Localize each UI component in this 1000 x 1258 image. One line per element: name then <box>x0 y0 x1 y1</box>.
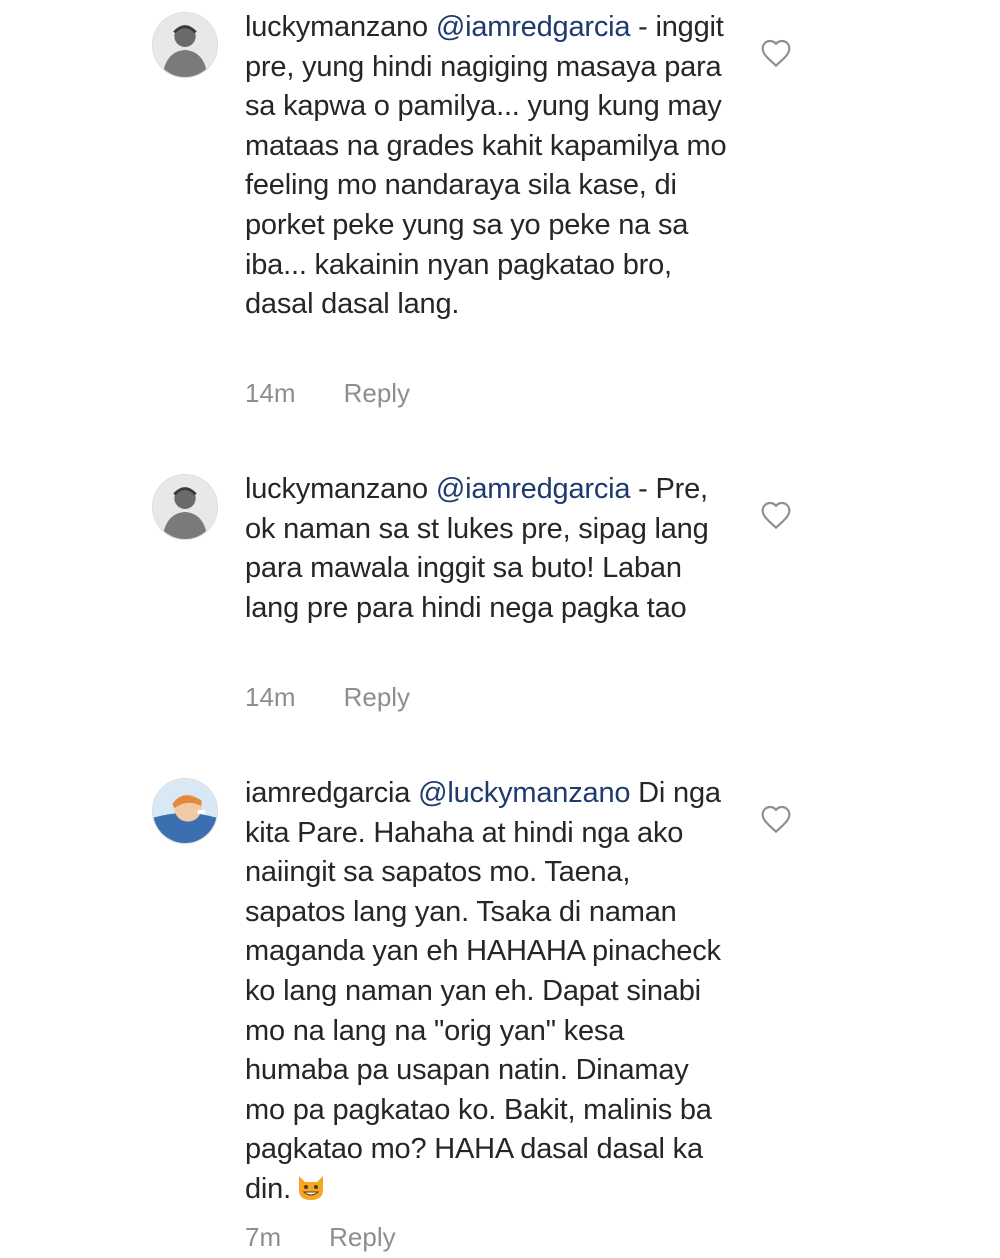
user-avatar-icon[interactable] <box>152 12 218 78</box>
comment-meta: 14m Reply <box>245 378 410 409</box>
comment-body: luckymanzano @iamredgarcia - Pre, ok nam… <box>245 470 735 628</box>
comment-username[interactable]: iamredgarcia <box>245 777 410 809</box>
grinning-cat-emoji-icon <box>295 1172 327 1202</box>
reply-button[interactable]: Reply <box>329 1222 395 1253</box>
comment-mention[interactable]: @iamredgarcia <box>436 473 631 505</box>
reply-button[interactable]: Reply <box>344 682 410 713</box>
comment-text: Di nga kita Pare. Hahaha at hindi nga ak… <box>245 777 721 1205</box>
heart-outline-icon[interactable] <box>760 500 792 530</box>
comment-meta: 14m Reply <box>245 682 410 713</box>
user-avatar-icon[interactable] <box>152 778 218 844</box>
user-avatar-icon[interactable] <box>152 474 218 540</box>
comment-body: iamredgarcia @luckymanzano Di nga kita P… <box>245 774 735 1210</box>
reply-button[interactable]: Reply <box>344 378 410 409</box>
comment-mention[interactable]: @iamredgarcia <box>436 11 631 43</box>
comment-timestamp: 14m <box>245 682 296 712</box>
comment-text: - inggit pre, yung hindi nagiging masaya… <box>245 11 727 321</box>
comment-timestamp: 14m <box>245 378 296 408</box>
comment-meta: 7m Reply <box>245 1222 396 1253</box>
comment-mention[interactable]: @luckymanzano <box>418 777 630 809</box>
comment-body: luckymanzano @iamredgarcia - inggit pre,… <box>245 8 735 325</box>
heart-outline-icon[interactable] <box>760 38 792 68</box>
comment-timestamp: 7m <box>245 1222 282 1252</box>
comment-username[interactable]: luckymanzano <box>245 11 428 43</box>
heart-outline-icon[interactable] <box>760 804 792 834</box>
comment-username[interactable]: luckymanzano <box>245 473 428 505</box>
